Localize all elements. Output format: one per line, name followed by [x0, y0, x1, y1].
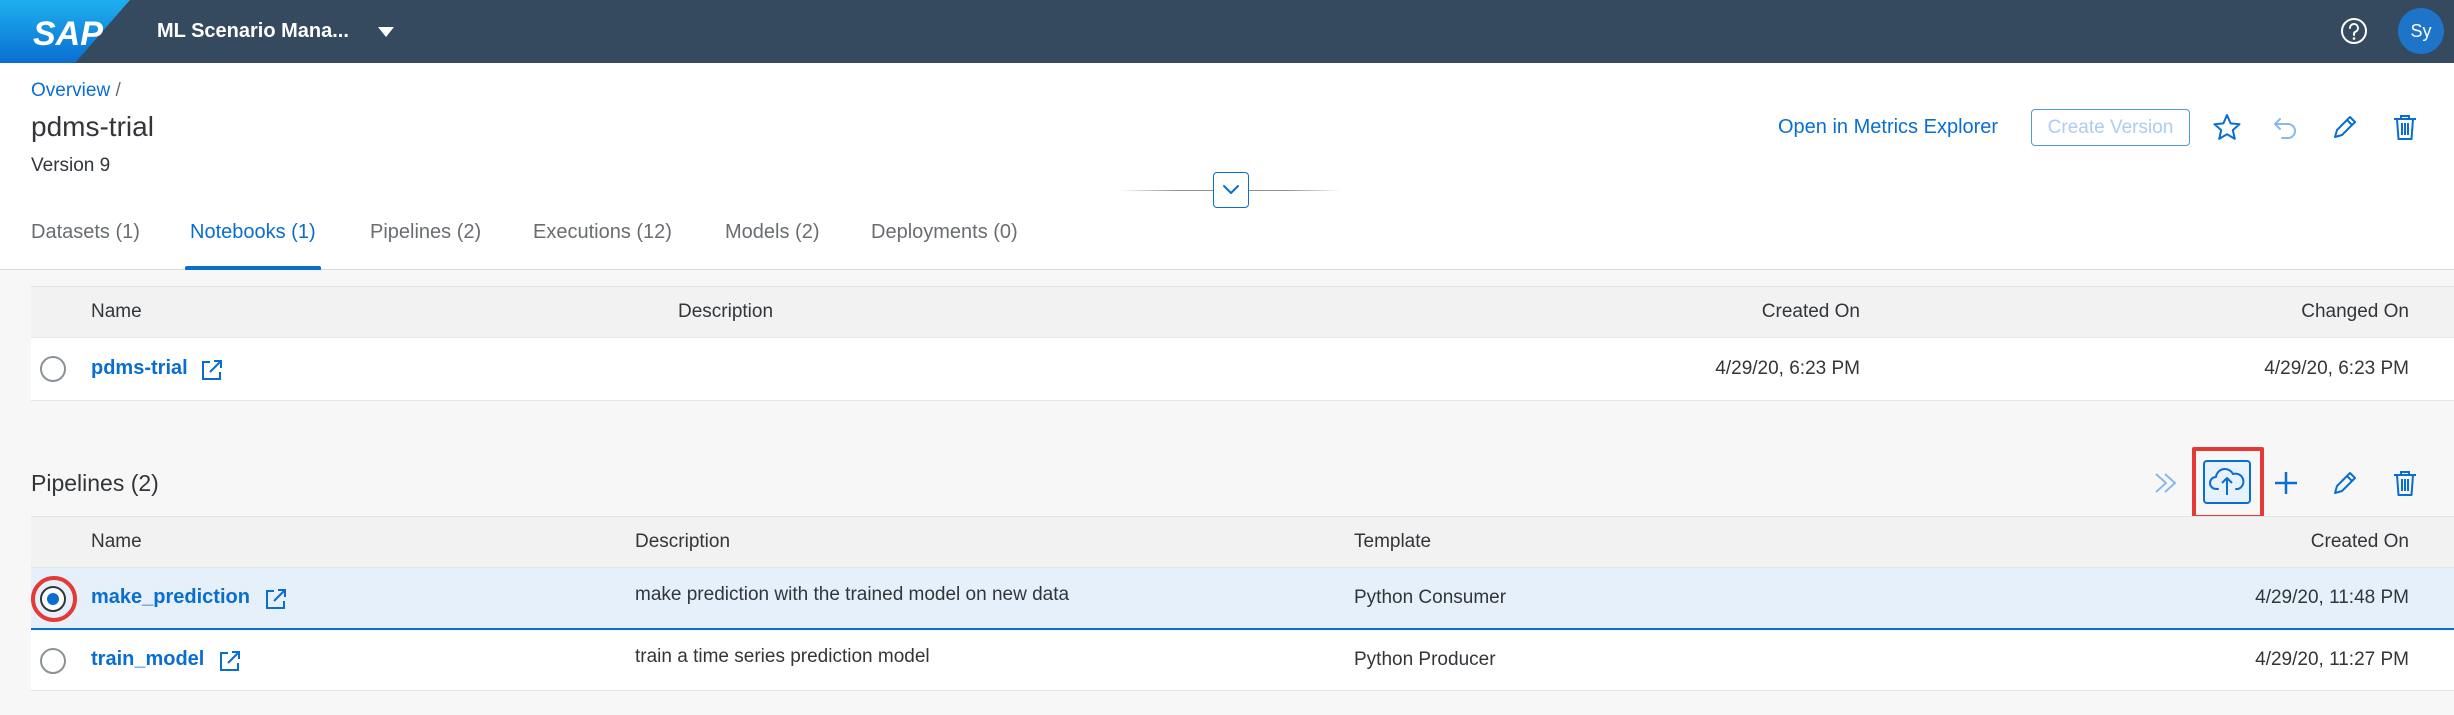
- pipeline-description: train a time series prediction model: [635, 646, 930, 667]
- pipelines-table-header: Name Description Template Created On: [31, 516, 2454, 568]
- delete-icon[interactable]: [2389, 467, 2421, 499]
- create-version-button[interactable]: Create Version: [2031, 109, 2190, 146]
- breadcrumb-overview-link[interactable]: Overview: [31, 80, 110, 101]
- notebook-name-link[interactable]: pdms-trial: [91, 357, 188, 380]
- pipeline-description: make prediction with the trained model o…: [635, 584, 1070, 605]
- breadcrumb-separator: /: [115, 80, 121, 101]
- table-row[interactable]: make_prediction make prediction with the…: [31, 568, 2454, 630]
- column-header-changed-on: Changed On: [2301, 301, 2409, 322]
- notebooks-table: Name Description Created On Changed On p…: [31, 286, 2454, 401]
- upload-cloud-icon: [2209, 468, 2245, 495]
- svg-text:SAP: SAP: [33, 15, 103, 53]
- external-link-icon[interactable]: [199, 357, 225, 383]
- upload-pipeline-button[interactable]: [2203, 460, 2251, 504]
- notebook-created-on: 4/29/20, 6:23 PM: [1715, 358, 1860, 379]
- pipeline-created-on: 4/29/20, 11:27 PM: [2255, 649, 2409, 670]
- collapse-header-button[interactable]: [1213, 172, 1249, 208]
- tab-notebooks[interactable]: Notebooks (1): [185, 214, 321, 270]
- tab-executions[interactable]: Executions (12): [533, 214, 672, 270]
- user-avatar[interactable]: Sy: [2398, 8, 2444, 54]
- radio-highlight-ring: [31, 576, 77, 622]
- tab-pipelines[interactable]: Pipelines (2): [370, 214, 481, 270]
- table-row[interactable]: train_model train a time series predicti…: [31, 631, 2454, 691]
- breadcrumb: Overview /: [31, 79, 121, 103]
- object-page-header: Overview / pdms-trial Version 9 Open in …: [0, 63, 2454, 270]
- pipeline-created-on: 4/29/20, 11:48 PM: [2255, 587, 2409, 608]
- external-link-icon[interactable]: [217, 648, 243, 674]
- tab-datasets[interactable]: Datasets (1): [31, 214, 140, 270]
- table-row[interactable]: pdms-trial 4/29/20, 6:23 PM 4/29/20, 6:2…: [31, 338, 2454, 401]
- column-header-created-on: Created On: [2310, 531, 2409, 552]
- external-link-icon[interactable]: [263, 586, 289, 612]
- row-select-radio[interactable]: [40, 356, 66, 382]
- caret-down-icon[interactable]: [374, 20, 398, 44]
- undo-icon[interactable]: [2270, 111, 2302, 143]
- column-header-template: Template: [1354, 531, 1432, 552]
- tab-deployments[interactable]: Deployments (0): [871, 214, 1018, 270]
- page-title: pdms-trial: [31, 111, 154, 142]
- open-metrics-explorer-link[interactable]: Open in Metrics Explorer: [1778, 114, 1998, 140]
- pipelines-table: Name Description Template Created On mak…: [31, 516, 2454, 691]
- delete-icon[interactable]: [2389, 111, 2421, 143]
- notebook-changed-on: 4/29/20, 6:23 PM: [2264, 358, 2409, 379]
- column-header-name: Name: [91, 531, 142, 552]
- add-icon[interactable]: [2270, 467, 2302, 499]
- app-title[interactable]: ML Scenario Mana...: [157, 19, 349, 43]
- help-icon[interactable]: [2339, 16, 2369, 46]
- edit-icon[interactable]: [2329, 467, 2361, 499]
- favorite-icon[interactable]: [2211, 111, 2243, 143]
- edit-icon[interactable]: [2329, 111, 2361, 143]
- column-header-created-on: Created On: [1761, 301, 1860, 322]
- pipeline-name-link[interactable]: make_prediction: [91, 586, 250, 609]
- row-select-radio[interactable]: [40, 648, 66, 674]
- tab-models[interactable]: Models (2): [725, 214, 819, 270]
- column-header-name: Name: [91, 301, 142, 322]
- pipeline-name-link[interactable]: train_model: [91, 648, 204, 671]
- chevron-down-icon: [1223, 185, 1239, 194]
- column-header-description: Description: [635, 531, 731, 552]
- pipeline-template: Python Consumer: [1354, 587, 1507, 608]
- pipelines-section-title: Pipelines (2): [31, 470, 159, 496]
- pipeline-template: Python Producer: [1354, 649, 1496, 670]
- notebooks-table-header: Name Description Created On Changed On: [31, 286, 2454, 338]
- shell-bar: SAP ML Scenario Mana... Sy: [0, 0, 2454, 63]
- execute-icon[interactable]: [2150, 467, 2182, 499]
- page-subtitle: Version 9: [31, 155, 111, 176]
- column-header-description: Description: [678, 301, 774, 322]
- sap-logo[interactable]: SAP: [0, 0, 130, 63]
